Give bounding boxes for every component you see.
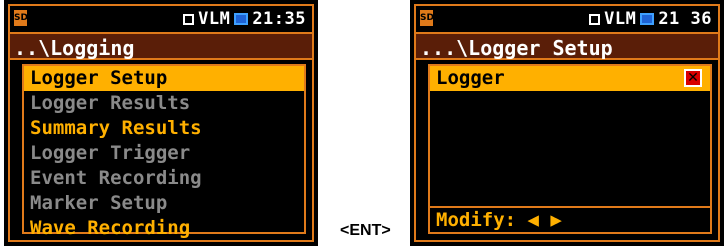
menu-item-logger-setup[interactable]: Logger Setup	[24, 66, 304, 91]
logger-label: Logger	[436, 67, 505, 89]
menu-item-wave-recording[interactable]: Wave Recording	[24, 216, 304, 241]
square-icon	[183, 13, 195, 25]
menu-item-logger-results[interactable]: Logger Results	[24, 91, 304, 116]
menu-item-logger-trigger[interactable]: Logger Trigger	[24, 141, 304, 166]
mode-label: VLM	[604, 9, 637, 29]
page-title: ...\Logger Setup	[416, 32, 718, 60]
square-icon	[589, 13, 601, 25]
logger-setup-screen: SD VLM 21 36 ...\Logger Setup Logger ✕ M…	[410, 0, 724, 246]
clock: 21 36	[658, 9, 712, 29]
logging-screen: SD VLM 21:35 ..\Logging Logger Setup Log…	[4, 0, 318, 246]
pc-icon	[640, 13, 655, 25]
enter-key-hint: <ENT>	[340, 222, 391, 239]
page-title: ..\Logging	[10, 32, 312, 60]
menu-list: Logger Setup Logger Results Summary Resu…	[22, 64, 306, 239]
mode-label: VLM	[198, 9, 231, 29]
pc-icon	[234, 13, 249, 25]
sd-card-icon: SD	[420, 10, 434, 26]
status-bar: SD VLM 21:35	[10, 6, 312, 32]
menu-item-marker-setup[interactable]: Marker Setup	[24, 191, 304, 216]
clock: 21:35	[252, 9, 306, 29]
sd-card-icon: SD	[14, 10, 28, 26]
status-bar: SD VLM 21 36	[416, 6, 718, 32]
logger-toggle-row[interactable]: Logger ✕	[430, 66, 710, 91]
modify-hint: Modify: ◀ ▶	[430, 206, 710, 232]
settings-list: Logger ✕ Modify: ◀ ▶	[428, 64, 712, 234]
x-icon[interactable]: ✕	[684, 69, 702, 87]
menu-item-event-recording[interactable]: Event Recording	[24, 166, 304, 191]
menu-item-summary-results[interactable]: Summary Results	[24, 116, 304, 141]
